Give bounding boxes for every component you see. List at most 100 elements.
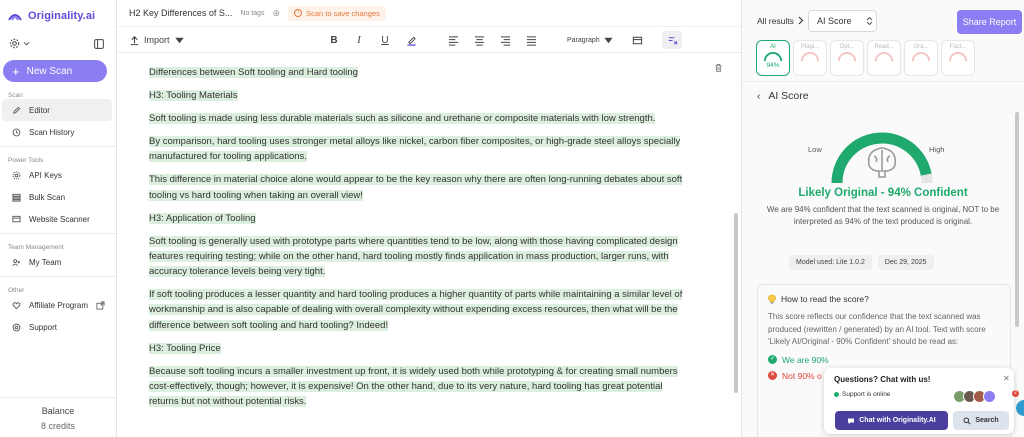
chat-search-button[interactable]: Search [953, 411, 1009, 430]
gauge-low-label: Low [808, 145, 822, 154]
paragraph-text: This difference in material choice alone… [149, 174, 683, 201]
panel-divider [742, 81, 1024, 82]
x-circle-icon: ✕ [768, 371, 777, 380]
tab-plagiarism[interactable]: Plagi... [793, 40, 827, 76]
insert-table-button[interactable] [631, 31, 643, 49]
scan-warning-badge: ! Scan to save changes [288, 5, 386, 21]
editor-scrollbar[interactable] [734, 213, 738, 393]
sidebar-item-website-scanner[interactable]: Website Scanner [2, 208, 112, 230]
mini-gauge-icon [763, 52, 783, 62]
align-left-button[interactable] [447, 31, 459, 49]
document-content[interactable]: Differences between Soft tooling and Har… [149, 65, 694, 417]
sidebar: Originality.ai + New Scan Scan Editor Sc… [0, 0, 117, 437]
collapse-sidebar-button[interactable] [94, 38, 104, 49]
score-type-select[interactable]: AI Score [808, 10, 877, 32]
balance-label: Balance [41, 406, 75, 416]
plus-icon: + [12, 63, 20, 79]
sidebar-item-scan-history[interactable]: Scan History [2, 121, 112, 143]
align-center-icon [474, 35, 484, 46]
paragraph: Soft tooling is made using less durable … [149, 111, 694, 126]
sidebar-item-support[interactable]: Support [2, 316, 112, 338]
confidence-explanation: We are 94% confident that the text scann… [766, 205, 1000, 226]
sidebar-tools [0, 24, 116, 54]
tab-readability[interactable]: Read... [867, 40, 901, 76]
tab-label: Fact... [949, 44, 967, 50]
import-button[interactable]: Import [129, 31, 185, 49]
mini-gauge-icon [911, 52, 931, 62]
tab-optimize[interactable]: Opt... [830, 40, 864, 76]
paragraph: Because soft tooling incurs a smaller in… [149, 364, 694, 410]
sidebar-item-bulk-scan[interactable]: Bulk Scan [2, 186, 112, 208]
sidebar-item-label: API Keys [29, 170, 62, 180]
notification-badge: 2 [1012, 390, 1019, 397]
settings-menu-button[interactable] [9, 38, 30, 49]
verdict-text: Likely Original - 94% Confident [798, 187, 968, 199]
sidebar-item-label: Website Scanner [29, 214, 90, 224]
ai-score-title: AI Score [768, 90, 809, 102]
justify-button[interactable] [525, 31, 537, 49]
sidebar-item-affiliate-program[interactable]: Affiliate Program [2, 294, 112, 316]
tab-label: AI [770, 44, 776, 50]
ai-score-gauge [831, 132, 933, 184]
clear-format-button[interactable] [662, 31, 682, 49]
check-circle-icon: ✓ [768, 355, 777, 364]
align-center-button[interactable] [473, 31, 485, 49]
balance-panel: Balance 8 credits [0, 397, 116, 437]
paragraph-text: H3: Tooling Price [149, 342, 221, 354]
tab-ai[interactable]: AI 94% [756, 40, 790, 76]
brand-logo[interactable]: Originality.ai [0, 0, 116, 24]
paragraph-text: H3: Tooling Materials [149, 89, 238, 101]
new-scan-button[interactable]: + New Scan [3, 60, 107, 82]
sidebar-item-editor[interactable]: Editor [2, 99, 112, 121]
scan-warning-text: Scan to save changes [306, 8, 380, 18]
tab-grammar[interactable]: Gra... [904, 40, 938, 76]
back-chevron-icon[interactable]: ‹ [757, 91, 760, 102]
model-chip: Model used: Lite 1.0.2 [789, 255, 872, 270]
share-report-button[interactable]: Share Report [957, 10, 1022, 34]
bold-button[interactable]: B [328, 31, 340, 49]
close-icon[interactable]: ✕ [1003, 374, 1010, 383]
sidebar-item-my-team[interactable]: My Team [2, 251, 112, 273]
align-right-button[interactable] [499, 31, 511, 49]
score-tabs: AI 94% Plagi... Opt... Read... Gra... Fa… [756, 40, 975, 76]
underline-button[interactable]: U [379, 31, 391, 49]
add-tag-icon[interactable]: ⊕ [273, 8, 281, 19]
editor-body[interactable]: Differences between Soft tooling and Har… [117, 53, 741, 437]
warning-icon: ! [294, 9, 303, 17]
document-title[interactable]: H2 Key Differences of S... [129, 8, 232, 18]
paragraph-text: Because soft tooling incurs a smaller in… [149, 365, 678, 408]
sidebar-item-api-keys[interactable]: API Keys [2, 164, 112, 186]
clear-format-icon [668, 36, 677, 45]
ai-score-header: ‹ AI Score [757, 90, 809, 102]
chevron-down-icon [23, 41, 30, 46]
align-left-icon [448, 35, 458, 46]
panel-scrollbar[interactable] [1015, 112, 1019, 327]
italic-button[interactable]: I [353, 31, 365, 49]
mini-gauge-icon [874, 52, 894, 62]
highlight-button[interactable] [404, 31, 418, 49]
result-positive: ✓ We are 90% [768, 355, 1000, 365]
chat-with-us-button[interactable]: Chat with Originality.AI [835, 411, 948, 430]
document-header: H2 Key Differences of S... No tags ⊕ ! S… [117, 0, 741, 27]
upload-icon [130, 35, 139, 45]
tab-label: Opt... [839, 44, 855, 50]
all-results-link[interactable]: All results [757, 16, 804, 26]
chat-title: Questions? Chat with us! [834, 375, 931, 384]
highlighter-icon [406, 36, 416, 46]
import-label: Import [144, 35, 170, 45]
editor-area: H2 Key Differences of S... No tags ⊕ ! S… [117, 0, 742, 437]
section-title-team-management: Team Management [8, 244, 64, 251]
mini-gauge-icon [837, 52, 857, 62]
search-icon [963, 417, 971, 425]
paragraph-style-dropdown[interactable]: Paragraph [567, 31, 614, 49]
tab-fact-check[interactable]: Fact... [941, 40, 975, 76]
trash-icon[interactable] [714, 63, 723, 73]
paragraph-text: Soft tooling is generally used with prot… [149, 235, 678, 278]
sidebar-item-label: Editor [29, 105, 50, 115]
scan-meta: Model used: Lite 1.0.2 Dec 29, 2025 [789, 255, 934, 270]
avatar [983, 390, 996, 403]
stack-icon [12, 193, 21, 202]
support-avatars [953, 390, 996, 403]
paragraph: If soft tooling produces a lesser quanti… [149, 287, 694, 333]
section-title-scan: Scan [8, 92, 23, 99]
